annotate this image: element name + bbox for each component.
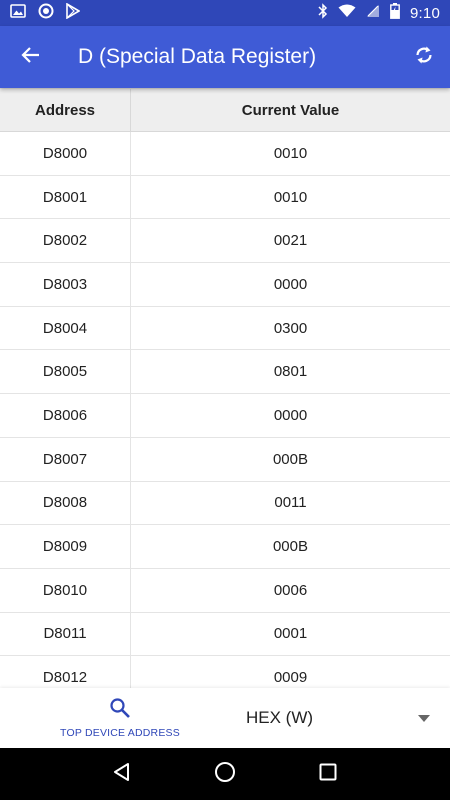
nav-recents-button[interactable] bbox=[303, 748, 353, 800]
table-row[interactable]: D8000 0010 bbox=[0, 132, 450, 176]
cell-value: 0011 bbox=[274, 494, 307, 512]
cell-value: 0009 bbox=[273, 669, 308, 687]
battery-charging-icon bbox=[390, 3, 400, 23]
page-title: D (Special Data Register) bbox=[78, 45, 317, 68]
cell-value: 0021 bbox=[273, 232, 308, 250]
top-device-address-label: TOP DEVICE ADDRESS bbox=[60, 727, 180, 739]
refresh-button[interactable] bbox=[398, 26, 450, 88]
status-system-icons: 9:10 bbox=[318, 3, 440, 23]
cell-value: 0300 bbox=[273, 319, 308, 337]
cell-address: D8003 bbox=[0, 263, 131, 306]
cell-address: D8004 bbox=[0, 306, 131, 350]
bluetooth-icon bbox=[318, 3, 328, 23]
table-header: Address Current Value bbox=[0, 88, 450, 132]
cell-value: 000B bbox=[272, 450, 309, 468]
no-sim-icon bbox=[366, 4, 380, 22]
display-format-select[interactable]: HEX (W) bbox=[240, 688, 450, 748]
table-row[interactable]: D8012 0009 bbox=[0, 656, 450, 688]
bottom-toolbar: TOP DEVICE ADDRESS HEX (W) bbox=[0, 688, 450, 748]
cell-address: D8009 bbox=[0, 525, 131, 568]
cell-value: 0000 bbox=[273, 275, 308, 293]
cell-value: 000B bbox=[272, 538, 309, 556]
table-row[interactable]: D8011 0001 bbox=[0, 612, 450, 657]
cell-value: 0010 bbox=[273, 188, 308, 206]
image-icon bbox=[10, 4, 26, 22]
cell-address: D8010 bbox=[0, 568, 131, 612]
refresh-icon bbox=[413, 44, 435, 71]
register-table[interactable]: Address Current Value D8000 0010 D8001 0… bbox=[0, 88, 450, 688]
cell-value: 0001 bbox=[273, 625, 308, 643]
display-format-value: HEX (W) bbox=[246, 708, 314, 727]
table-body: D8000 0010 D8001 0010 D8002 0021 D8003 0… bbox=[0, 132, 450, 688]
dropdown-arrow-icon bbox=[418, 709, 430, 727]
table-row[interactable]: D8002 0021 bbox=[0, 219, 450, 264]
cell-address: D8001 bbox=[0, 175, 131, 219]
cell-address: D8012 bbox=[0, 656, 131, 688]
cell-address: D8002 bbox=[0, 219, 131, 263]
wifi-icon bbox=[338, 4, 356, 22]
cell-value: 0010 bbox=[273, 144, 308, 162]
app-bar: D (Special Data Register) bbox=[0, 26, 450, 88]
table-row[interactable]: D8003 0000 bbox=[0, 263, 450, 307]
search-icon bbox=[109, 697, 131, 724]
circle-notification-icon bbox=[38, 3, 54, 23]
table-row[interactable]: D8006 0000 bbox=[0, 394, 450, 438]
home-circle-icon bbox=[214, 761, 236, 788]
cell-value: 0006 bbox=[273, 581, 308, 599]
cell-value: 0801 bbox=[273, 363, 308, 381]
back-button[interactable] bbox=[0, 26, 62, 88]
cell-address: D8011 bbox=[0, 612, 131, 656]
table-row[interactable]: D8004 0300 bbox=[0, 306, 450, 351]
table-row[interactable]: D8009 000B bbox=[0, 525, 450, 569]
top-device-address-button[interactable]: TOP DEVICE ADDRESS bbox=[0, 688, 240, 748]
table-row[interactable]: D8010 0006 bbox=[0, 568, 450, 613]
nav-back-button[interactable] bbox=[97, 748, 147, 800]
cell-address: D8006 bbox=[0, 394, 131, 437]
play-store-icon bbox=[66, 2, 81, 23]
cell-value: 0000 bbox=[273, 406, 308, 424]
cell-address: D8008 bbox=[0, 481, 131, 525]
cell-address: D8000 bbox=[0, 132, 131, 175]
system-navigation-bar bbox=[0, 748, 450, 800]
table-row[interactable]: D8001 0010 bbox=[0, 175, 450, 220]
status-notification-icons bbox=[10, 2, 81, 23]
status-bar: 9:10 bbox=[0, 0, 450, 26]
recents-square-icon bbox=[319, 763, 337, 786]
status-time: 9:10 bbox=[410, 4, 440, 22]
cell-address: D8007 bbox=[0, 437, 131, 481]
nav-home-button[interactable] bbox=[200, 748, 250, 800]
table-row[interactable]: D8008 0011 bbox=[0, 481, 450, 526]
table-row[interactable]: D8005 0801 bbox=[0, 350, 450, 395]
back-triangle-icon bbox=[112, 762, 132, 787]
column-header-address: Address bbox=[0, 89, 131, 131]
table-row[interactable]: D8007 000B bbox=[0, 437, 450, 482]
arrow-back-icon bbox=[21, 45, 41, 70]
cell-address: D8005 bbox=[0, 350, 131, 394]
column-header-current-value: Current Value bbox=[241, 101, 340, 119]
